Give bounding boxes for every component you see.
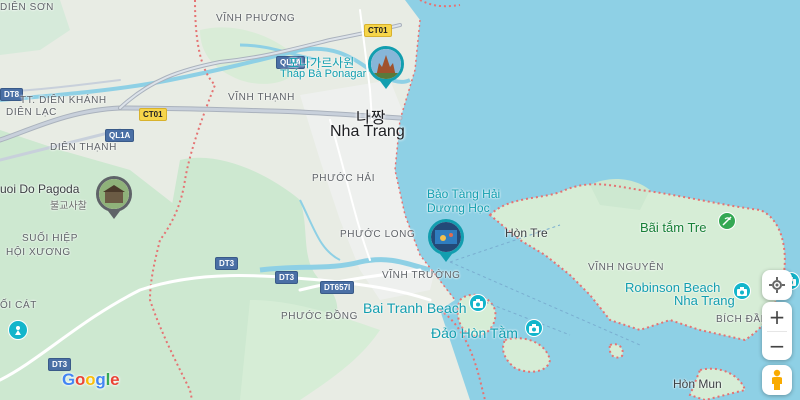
road-shield-dt3: DT3	[215, 257, 239, 270]
pegman-icon	[772, 369, 782, 390]
island-label[interactable]: Hòn Mun	[673, 377, 722, 391]
poi-label[interactable]: Bảo Tàng Hải Dương Học	[427, 187, 522, 215]
area-label: SUỐI HIỆP	[22, 233, 78, 244]
poi-label-korean[interactable]: 불교사찰	[50, 197, 87, 212]
logo-letter: g	[95, 370, 106, 389]
road-shield-dt657: DT657I	[320, 281, 355, 294]
area-label: PHƯỚC HẢI	[312, 173, 376, 184]
ponagar-photo-pin[interactable]	[368, 46, 404, 82]
beach-icon[interactable]	[718, 212, 736, 230]
area-label: DIÊN THẠNH	[50, 142, 117, 153]
camera-icon[interactable]	[733, 282, 751, 300]
area-label: ỐI CÁT	[0, 300, 37, 311]
pin-tail	[108, 211, 120, 219]
pin-tail	[380, 81, 392, 89]
area-label: PHƯỚC LONG	[340, 229, 416, 240]
museum-photo-icon	[431, 222, 461, 252]
poi-label[interactable]: Bãi tắm Tre	[640, 220, 706, 235]
camera-icon[interactable]	[525, 319, 543, 337]
street-view-button[interactable]	[762, 365, 792, 395]
my-location-button[interactable]	[762, 270, 792, 300]
logo-letter: e	[110, 370, 120, 389]
area-label: TT. DIÊN KHÁNH	[20, 95, 107, 106]
google-logo: Google	[62, 370, 120, 390]
museum-photo-pin[interactable]	[428, 219, 464, 255]
pin-tail	[440, 254, 452, 262]
logo-letter: o	[75, 370, 86, 389]
area-label: DIÊN LẠC	[6, 107, 57, 118]
poi-label[interactable]: Nha Trang	[674, 293, 735, 308]
area-label: DIÊN SƠN	[0, 2, 54, 13]
poi-label[interactable]: Đảo Hòn Tằm	[431, 325, 518, 341]
camera-icon[interactable]	[469, 294, 487, 312]
area-label: PHƯỚC ĐỒNG	[281, 311, 359, 322]
temple-photo-icon	[371, 49, 401, 79]
poi-label[interactable]: Tháp Bà Ponagar	[280, 68, 366, 80]
area-label: VĨNH PHƯƠNG	[216, 13, 296, 24]
pagoda-photo-pin[interactable]	[96, 176, 132, 212]
area-label: VĨNH NGUYÊN	[588, 262, 665, 273]
zoom-in-button[interactable]: +	[769, 303, 786, 331]
city-label[interactable]: Nha Trang	[330, 123, 405, 141]
zoom-control: + −	[762, 302, 792, 360]
logo-letter: o	[85, 370, 96, 389]
road-shield-ql1a: QL1A	[105, 129, 135, 142]
zoom-out-button[interactable]: −	[769, 332, 786, 360]
logo-letter: G	[62, 370, 76, 389]
attraction-icon[interactable]	[8, 320, 28, 340]
poi-label[interactable]: uoi Do Pagoda	[0, 182, 79, 196]
area-label: HỘI XƯƠNG	[6, 247, 71, 258]
road-shield-dt3: DT3	[275, 271, 299, 284]
target-icon	[769, 277, 785, 293]
area-label: VĨNH TRƯỜNG	[382, 270, 461, 281]
poi-label[interactable]: Bai Tranh Beach	[363, 300, 467, 316]
island-label[interactable]: Hòn Tre	[505, 226, 548, 240]
area-label: VĨNH THẠNH	[228, 92, 295, 103]
road-shield-ct01: CT01	[139, 108, 167, 121]
pagoda-photo-icon	[99, 179, 129, 209]
road-shield-ct01: CT01	[364, 24, 392, 37]
